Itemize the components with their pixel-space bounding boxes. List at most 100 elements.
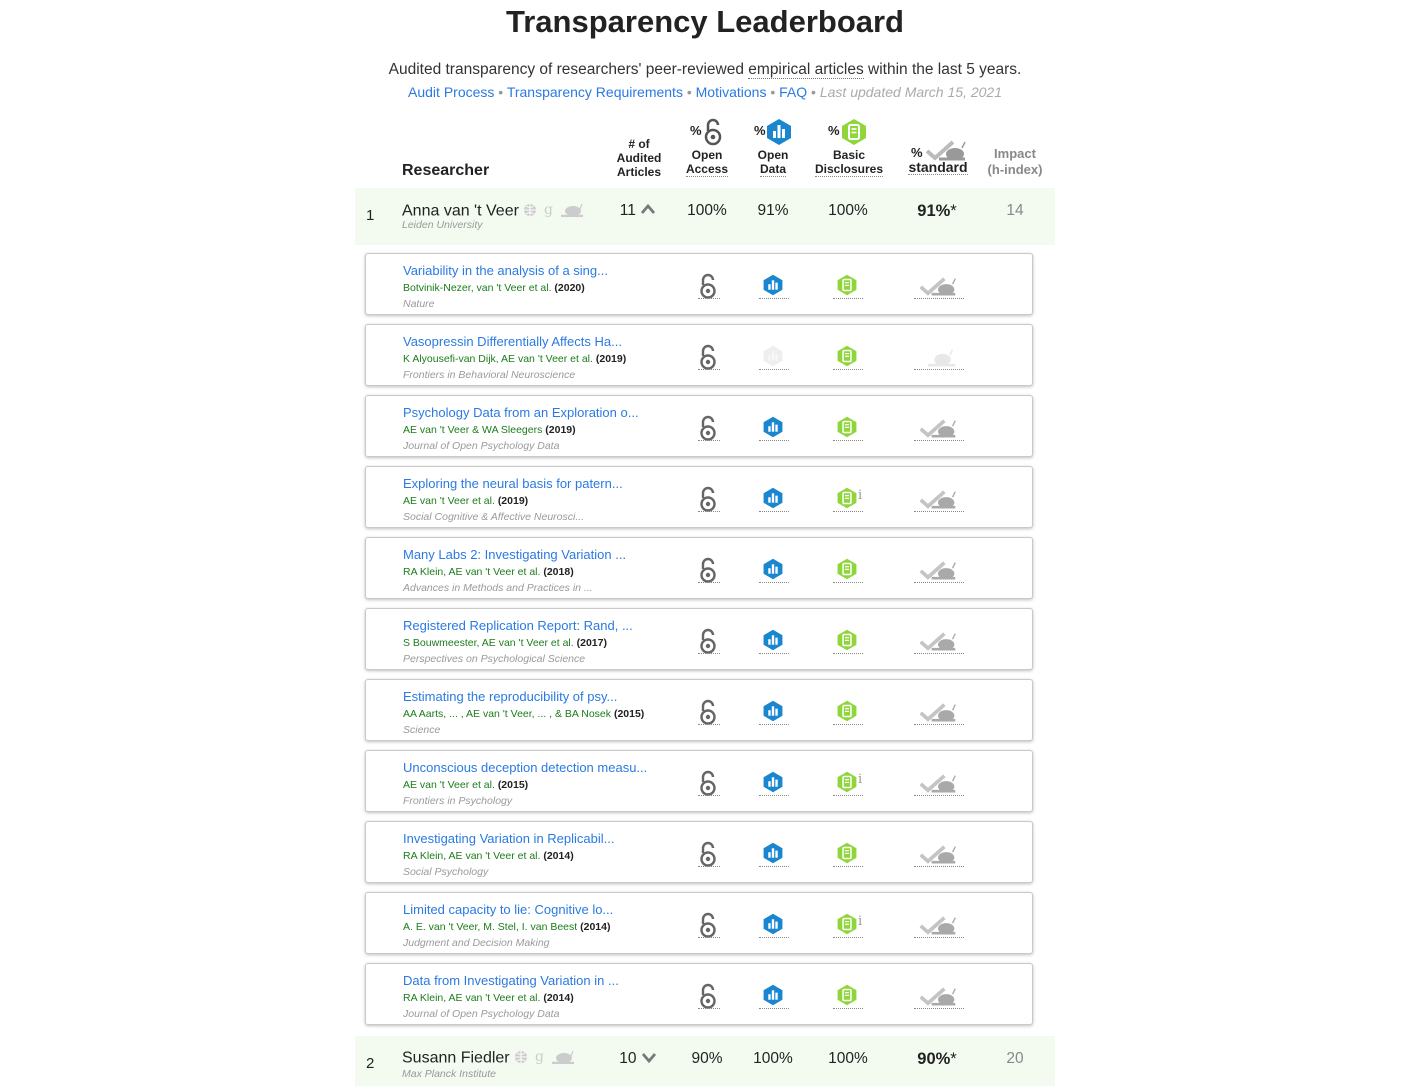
open-access-column-header[interactable]: % Open Access (677, 118, 737, 177)
article-journal: Nature (403, 298, 435, 310)
empirical-articles-link[interactable]: empirical articles (748, 61, 864, 79)
icon-underline (833, 866, 863, 867)
article-title-link[interactable]: Vasopressin Differentially Affects Ha... (403, 334, 622, 349)
icon-underline (698, 724, 720, 725)
article-year: (2019) (545, 424, 576, 436)
transparency-requirements-link[interactable]: Transparency Requirements (507, 84, 683, 100)
researcher-column-header[interactable]: Researcher (402, 162, 489, 180)
icon-underline (833, 937, 863, 938)
motivations-link[interactable]: Motivations (696, 84, 767, 100)
article-title-link[interactable]: Registered Replication Report: Rand, ... (403, 618, 633, 633)
open-access-lock-icon[interactable] (698, 557, 718, 588)
article-card[interactable]: Investigating Variation in Replicabil...… (365, 821, 1033, 883)
open-data-percent: 100% (753, 1050, 793, 1067)
authors-text: RA Klein, AE van 't Veer et al. (403, 992, 541, 1004)
article-card[interactable]: Estimating the reproducibility of psy...… (365, 679, 1033, 741)
open-access-lock-icon[interactable] (698, 344, 718, 375)
open-access-lock-icon[interactable] (698, 699, 718, 730)
basic-disclosures-column-header[interactable]: % Basic Disclosures (808, 118, 890, 177)
icon-underline (833, 724, 863, 725)
article-card[interactable]: Many Labs 2: Investigating Variation ...… (365, 537, 1033, 599)
google-scholar-icon[interactable]: g (542, 201, 556, 218)
audited-articles-count[interactable]: 11 (608, 202, 668, 220)
article-year: (2014) (543, 850, 574, 862)
authors-text: RA Klein, AE van 't Veer et al. (403, 850, 541, 862)
separator: • (682, 84, 696, 100)
article-card[interactable]: Vasopressin Differentially Affects Ha...… (365, 324, 1033, 386)
article-title-link[interactable]: Investigating Variation in Replicabil... (403, 831, 615, 846)
chevron-up-icon[interactable] (640, 203, 656, 215)
info-icon[interactable]: i (858, 914, 862, 929)
standard-asterisk: * (950, 1050, 957, 1068)
icon-underline (833, 1008, 863, 1009)
header-line: Disclosures (814, 162, 884, 177)
icon-underline (759, 937, 789, 938)
article-title-link[interactable]: Psychology Data from an Exploration o... (403, 405, 639, 420)
researcher-row[interactable]: 2 Susann Fiedler g Max Planck Institute … (355, 1036, 1055, 1086)
researcher-name-text: Susann Fiedler (402, 1049, 510, 1067)
google-scholar-icon[interactable]: g (533, 1048, 547, 1065)
open-access-lock-icon[interactable] (698, 770, 718, 801)
faq-link[interactable]: FAQ (779, 84, 807, 100)
article-year: (2017) (576, 637, 607, 649)
open-access-lock-icon[interactable] (698, 983, 718, 1014)
article-card[interactable]: Exploring the neural basis for patern...… (365, 466, 1033, 528)
article-card[interactable]: Psychology Data from an Exploration o...… (365, 395, 1033, 457)
impact-column-header[interactable]: Impact (h-index) (982, 146, 1048, 178)
article-card[interactable]: Data from Investigating Variation in ...… (365, 963, 1033, 1025)
header-line: Articles (616, 165, 662, 179)
open-access-lock-icon[interactable] (698, 912, 718, 943)
article-title-link[interactable]: Estimating the reproducibility of psy... (403, 689, 617, 704)
info-icon[interactable]: i (858, 772, 862, 787)
article-card[interactable]: Limited capacity to lie: Cognitive lo...… (365, 892, 1033, 954)
researcher-icons: g (523, 201, 584, 222)
article-title-link[interactable]: Variability in the analysis of a sing... (403, 263, 608, 278)
separator: • (494, 84, 507, 100)
icon-underline (698, 866, 720, 867)
authors-text: AE van 't Veer & WA Sleegers (403, 424, 543, 436)
icon-underline (759, 369, 789, 370)
icon-underline (914, 511, 964, 512)
info-icon[interactable]: i (858, 488, 862, 503)
article-card[interactable]: Registered Replication Report: Rand, ...… (365, 608, 1033, 670)
icon-underline (833, 369, 863, 370)
header-line: Data (759, 162, 786, 177)
icon-underline (759, 795, 789, 796)
header-icon-wrap: % (677, 118, 737, 148)
article-title-link[interactable]: Data from Investigating Variation in ... (403, 973, 619, 988)
subtitle-post: within the last 5 years. (863, 61, 1022, 78)
icon-underline (833, 795, 863, 796)
article-journal: Advances in Methods and Practices in ... (403, 582, 593, 594)
snail-icon[interactable] (560, 203, 584, 218)
article-title-link[interactable]: Exploring the neural basis for patern... (403, 476, 623, 491)
icon-underline (914, 369, 964, 370)
audit-process-link[interactable]: Audit Process (408, 84, 494, 100)
basic-disclosures-badge-icon (842, 119, 866, 145)
article-card[interactable]: Unconscious deception detection measu...… (365, 750, 1033, 812)
open-access-lock-icon[interactable] (698, 486, 718, 517)
article-journal: Frontiers in Psychology (403, 795, 513, 807)
snail-icon[interactable] (551, 1050, 575, 1065)
open-access-lock-icon[interactable] (698, 841, 718, 872)
open-access-lock-icon[interactable] (698, 628, 718, 659)
header-line: Open (757, 148, 789, 162)
article-card[interactable]: Variability in the analysis of a sing...… (365, 253, 1033, 315)
globe-icon[interactable] (514, 1050, 528, 1064)
article-authors: A. E. van 't Veer, M. Stel, I. van Beest… (403, 921, 610, 933)
article-title-link[interactable]: Many Labs 2: Investigating Variation ... (403, 547, 626, 562)
open-access-lock-icon[interactable] (698, 415, 718, 446)
icon-underline (698, 440, 720, 441)
open-access-lock-icon[interactable] (698, 273, 718, 304)
audited-articles-column-header[interactable]: # of Audited Articles (609, 137, 669, 179)
article-title-link[interactable]: Limited capacity to lie: Cognitive lo... (403, 902, 613, 917)
header-icon-wrap: % (743, 118, 803, 148)
open-data-column-header[interactable]: % Open Data (743, 118, 803, 177)
researcher-row[interactable]: 1 Anna van 't Veer g Leiden University 1… (355, 188, 1055, 245)
article-title-link[interactable]: Unconscious deception detection measu... (403, 760, 647, 775)
audited-articles-count[interactable]: 10 (608, 1050, 668, 1068)
article-authors: AA Aarts, ... , AE van 't Veer, ... , & … (403, 708, 644, 720)
globe-icon[interactable] (523, 203, 537, 217)
researcher-name[interactable]: Susann Fiedler g (402, 1048, 575, 1069)
standard-column-header[interactable]: % standard (905, 136, 971, 175)
chevron-down-icon[interactable] (641, 1051, 657, 1064)
